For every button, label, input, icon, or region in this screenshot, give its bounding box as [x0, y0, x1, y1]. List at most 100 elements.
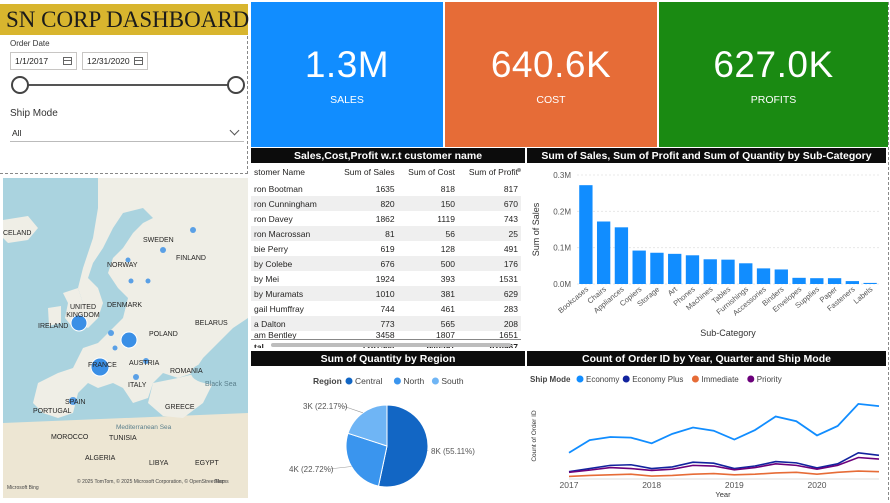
- canvas-right-border: [888, 2, 889, 500]
- table-row[interactable]: a Dalton 773 565 208: [251, 316, 521, 331]
- cell-sales: 1635: [375, 183, 395, 194]
- legend-marker-priority[interactable]: [747, 375, 755, 383]
- table-row[interactable]: ron Davey 1862 1119 743: [251, 211, 521, 226]
- bar-appliances[interactable]: [614, 227, 629, 284]
- legend-label-economy[interactable]: Economy: [586, 375, 619, 384]
- column-header-profit[interactable]: Sum of Profit: [458, 163, 521, 181]
- dashboard-title-bar: SN CORP DASHBOARD: [0, 4, 249, 35]
- cell-cost: 393: [440, 273, 455, 284]
- map-terms-link[interactable]: Terms: [215, 479, 229, 485]
- table-row[interactable]: ron Macrossan 81 56 25: [251, 226, 521, 241]
- table-vertical-scrollbar[interactable]: [517, 168, 521, 172]
- column-header-cost[interactable]: Sum of Cost: [398, 163, 458, 181]
- bar-storage[interactable]: [650, 252, 664, 284]
- kpi-card-sales: 1.3M SALES: [251, 2, 443, 147]
- table-row[interactable]: by Mei 1924 393 1531: [251, 271, 521, 286]
- map-label-united-kingdom: UNITED KINGDOM: [66, 304, 100, 319]
- table-horizontal-scrollbar[interactable]: [271, 343, 511, 347]
- map-label-poland: POLAND: [149, 331, 178, 338]
- customer-table-panel: stomer Name Sum of Sales Sum of Cost Sum…: [251, 163, 525, 348]
- cell-sales: 676: [333, 256, 398, 271]
- bar-art[interactable]: [668, 253, 682, 284]
- bar-paper[interactable]: [827, 278, 842, 284]
- bar-bookcases[interactable]: [579, 185, 593, 284]
- column-header-sales[interactable]: Sum of Sales: [333, 163, 398, 181]
- line-legend-title: Ship Mode: [530, 375, 571, 384]
- bar-envelopes[interactable]: [792, 277, 806, 284]
- bar-fasteners[interactable]: [845, 281, 860, 284]
- bar-binders[interactable]: [774, 269, 788, 284]
- line-chart-panel: Ship Mode Economy Economy Plus Immediate Pri…: [527, 366, 886, 500]
- cell-customer: ron Bootman: [254, 183, 303, 194]
- map-canvas[interactable]: [3, 178, 248, 498]
- cell-profit: 283: [503, 303, 518, 314]
- x-tick-label: 2017: [560, 480, 579, 490]
- cell-profit: 743: [503, 213, 518, 224]
- map-label-finland: FINLAND: [176, 255, 206, 262]
- map-bubble-norway-2[interactable]: [128, 278, 134, 284]
- kpi-sales-label: SALES: [330, 93, 364, 106]
- table-row[interactable]: gail Humffray 744 461 283: [251, 301, 521, 316]
- legend-label-south[interactable]: South: [441, 376, 463, 386]
- map-label-sweden: SWEDEN: [143, 237, 174, 244]
- table-row[interactable]: ron Bootman 1635 818 817: [251, 181, 521, 196]
- map-bubble-denmark[interactable]: [145, 278, 151, 284]
- bar-chairs[interactable]: [596, 221, 611, 284]
- cell-sales: 3458: [375, 329, 395, 340]
- bar-machines[interactable]: [703, 259, 717, 284]
- x-tick-label: 2020: [808, 480, 827, 490]
- line-series-economy[interactable]: [568, 402, 880, 454]
- cell-cost: 128: [440, 243, 455, 254]
- bar-labels[interactable]: [863, 282, 877, 284]
- cell-sales: 619: [380, 243, 395, 254]
- map-label-portugal: PORTUGAL: [33, 408, 72, 415]
- legend-label-economy-plus[interactable]: Economy Plus: [632, 375, 683, 384]
- cell-profit: 629: [457, 286, 521, 301]
- legend-label-priority[interactable]: Priority: [757, 375, 782, 384]
- bar-furnishings[interactable]: [739, 263, 753, 284]
- customer-table: stomer Name Sum of Sales Sum of Cost Sum…: [251, 163, 521, 348]
- legend-marker-south[interactable]: [431, 377, 439, 385]
- map-label-spain: SPAIN: [65, 399, 86, 406]
- y-tick-label: 0.0M: [553, 280, 571, 289]
- legend-marker-central[interactable]: [345, 377, 353, 385]
- cell-sales: 81: [333, 226, 398, 241]
- europe-map[interactable]: CELAND SWEDEN FINLAND NORWAY UNITED KING…: [3, 178, 248, 498]
- line-series-economy-plus[interactable]: [568, 451, 880, 473]
- bar-supplies[interactable]: [810, 278, 824, 284]
- column-header-customer[interactable]: stomer Name: [251, 163, 333, 181]
- x-tick-label: Bookcases: [556, 284, 590, 315]
- bar-phones[interactable]: [685, 255, 700, 284]
- legend-marker-economy[interactable]: [576, 375, 584, 383]
- cell-cost: 1119: [437, 213, 455, 224]
- map-bubble-italy[interactable]: [133, 374, 139, 380]
- table-row[interactable]: by Muramats 1010 381 629: [251, 286, 521, 301]
- legend-marker-economy-plus[interactable]: [622, 375, 630, 383]
- map-bubble-finland[interactable]: [160, 247, 166, 253]
- y-axis-title: Sum of Sales: [531, 202, 541, 256]
- subcategory-chart-panel: 0.0M 0.1M 0.2M 0.3M Bookcases Chairs Appliance…: [527, 163, 886, 348]
- customer-table-title: Sales,Cost,Profit w.r.t customer name: [251, 148, 525, 163]
- map-bubble-germany[interactable]: [120, 331, 138, 349]
- table-row[interactable]: bie Perry 619 128 491: [251, 241, 521, 256]
- table-row[interactable]: by Colebe 676 500 176: [251, 256, 521, 271]
- bar-copiers[interactable]: [632, 250, 646, 284]
- legend-marker-north[interactable]: [393, 377, 401, 385]
- map-label-mediterranean-sea: Mediterranean Sea: [116, 424, 172, 431]
- cell-sales: 1010: [333, 286, 398, 301]
- legend-label-central[interactable]: Central: [355, 376, 383, 386]
- bar-tables[interactable]: [721, 259, 735, 284]
- map-bubble-netherlands[interactable]: [108, 330, 114, 336]
- map-bubble-belgium[interactable]: [112, 345, 118, 351]
- table-row[interactable]: am Bentley 3458 1807 1651: [251, 329, 521, 340]
- bar-accessories[interactable]: [756, 268, 771, 284]
- table-row[interactable]: ron Cunningham 820 150 670: [251, 196, 521, 211]
- map-label-iceland: CELAND: [3, 230, 32, 237]
- map-bubble-sweden[interactable]: [190, 227, 196, 233]
- legend-label-immediate[interactable]: Immediate: [701, 375, 739, 384]
- legend-marker-immediate[interactable]: [691, 375, 699, 383]
- legend-label-north[interactable]: North: [403, 376, 424, 386]
- x-axis-title: Year: [715, 490, 731, 499]
- cell-customer: gail Humffray: [254, 303, 304, 314]
- line-series-immediate[interactable]: [568, 470, 880, 478]
